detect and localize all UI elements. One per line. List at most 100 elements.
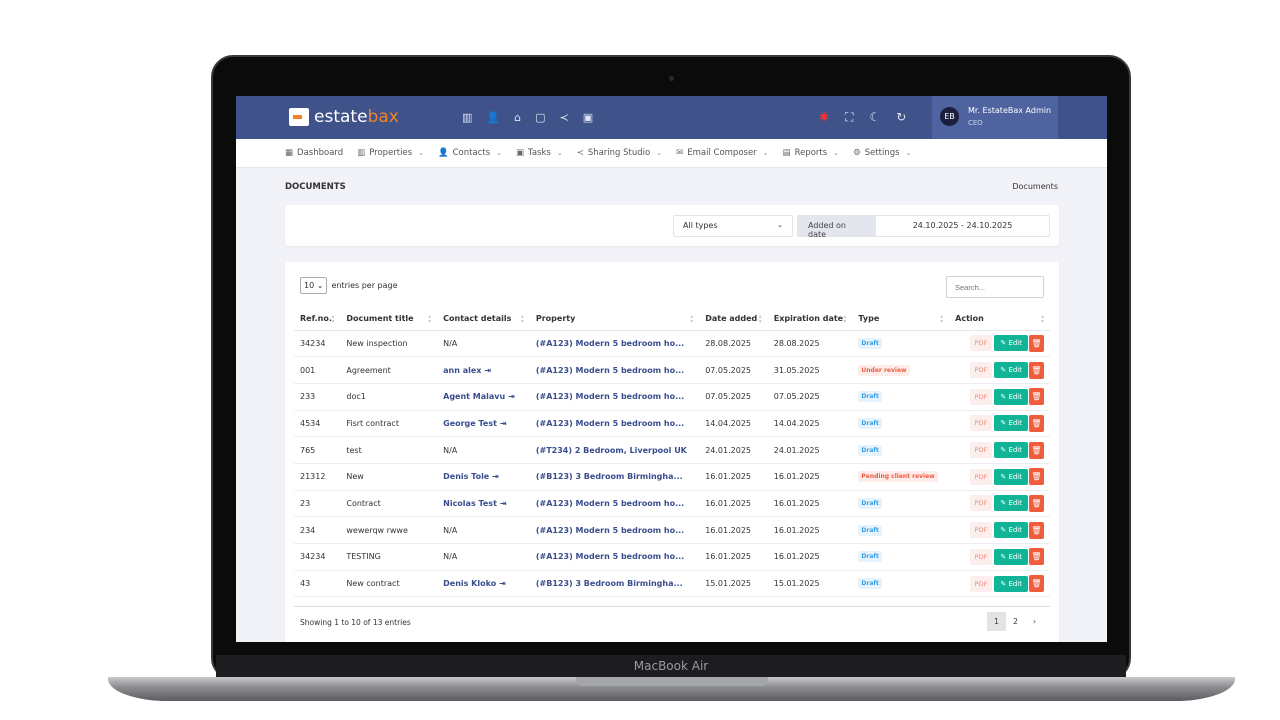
breadcrumb[interactable]: Documents: [1012, 182, 1058, 191]
search-input[interactable]: [946, 276, 1044, 298]
column-header[interactable]: Ref.no. ▴ ▾: [294, 308, 341, 331]
pdf-button[interactable]: PDF: [969, 495, 993, 512]
edit-button[interactable]: ✎ Edit: [994, 468, 1028, 485]
entries-select[interactable]: 10 ⌄: [300, 277, 328, 294]
open-contact-icon[interactable]: ⇥: [492, 472, 499, 481]
pdf-button[interactable]: PDF: [969, 468, 993, 485]
contact-link[interactable]: George Test ⇥: [437, 410, 530, 438]
edit-button[interactable]: ✎ Edit: [994, 575, 1028, 592]
contact-link[interactable]: Denis Kloko ⇥: [437, 570, 530, 598]
delete-button[interactable]: 🗑: [1029, 414, 1044, 432]
refresh-icon[interactable]: ↻: [896, 110, 906, 125]
open-contact-icon[interactable]: ⇥: [500, 419, 507, 428]
pencil-icon: ✎: [1000, 499, 1007, 508]
date-range-input[interactable]: 24.10.2025 - 24.10.2025: [876, 216, 1049, 236]
contact-link[interactable]: Denis Tole ⇥: [437, 463, 530, 491]
main-nav: ▦ Dashboard ▥ Properties ⌄ 👤 Contacts ⌄ ▣ Tasks ⌄ ≺…: [236, 139, 1107, 168]
property-link[interactable]: (#A123) Modern 5 bedroom ho...: [529, 410, 700, 438]
edit-button[interactable]: ✎ Edit: [994, 522, 1028, 539]
property-link[interactable]: (#B123) 3 Bedroom Birmingha...: [529, 463, 700, 491]
document-search-icon[interactable]: ▢: [535, 111, 545, 124]
delete-button[interactable]: 🗑: [1029, 468, 1044, 486]
property-link[interactable]: (#A123) Modern 5 bedroom ho...: [529, 383, 700, 411]
nav-item-properties[interactable]: ▥ Properties ⌄: [357, 148, 424, 158]
edit-label: Edit: [1008, 366, 1022, 375]
contacts-icon[interactable]: 👤: [486, 111, 500, 124]
nav-item-dashboard[interactable]: ▦ Dashboard: [285, 148, 343, 158]
property-link[interactable]: (#A123) Modern 5 bedroom ho...: [529, 356, 700, 384]
page-button[interactable]: 1: [987, 612, 1006, 631]
nav-item-email-composer[interactable]: ✉ Email Composer ⌄: [676, 148, 768, 158]
delete-button[interactable]: 🗑: [1029, 334, 1044, 352]
open-contact-icon[interactable]: ⇥: [508, 392, 515, 401]
delete-button[interactable]: 🗑: [1029, 361, 1044, 379]
contact-link[interactable]: Agent Malavu ⇥: [437, 383, 530, 411]
fullscreen-icon[interactable]: ⛶: [845, 110, 853, 125]
pdf-button[interactable]: PDF: [969, 335, 993, 352]
nav-item-reports[interactable]: ▤ Reports ⌄: [783, 148, 840, 158]
expiration-cell: 14.04.2025: [767, 410, 853, 438]
delete-button[interactable]: 🗑: [1029, 441, 1044, 459]
edit-button[interactable]: ✎ Edit: [994, 548, 1028, 565]
pdf-button[interactable]: PDF: [969, 362, 993, 379]
open-contact-icon[interactable]: ⇥: [500, 499, 507, 508]
delete-button[interactable]: 🗑: [1029, 575, 1044, 593]
nav-item-tasks[interactable]: ▣ Tasks ⌄: [516, 148, 563, 158]
board-icon[interactable]: ▣: [583, 111, 593, 124]
edit-button[interactable]: ✎ Edit: [994, 415, 1028, 432]
pdf-button[interactable]: PDF: [969, 442, 993, 459]
column-header[interactable]: Contact details ▴ ▾: [437, 308, 530, 331]
contact-link[interactable]: Nicolas Test ⇥: [437, 490, 530, 518]
pdf-button[interactable]: PDF: [969, 548, 993, 565]
date-range-filter[interactable]: Added on date 24.10.2025 - 24.10.2025: [797, 215, 1050, 239]
edit-button[interactable]: ✎ Edit: [994, 335, 1028, 352]
moon-icon[interactable]: ☾: [869, 110, 880, 125]
nav-item-settings[interactable]: ⚙ Settings ⌄: [853, 148, 911, 158]
property-link[interactable]: (#A123) Modern 5 bedroom ho...: [529, 516, 700, 544]
column-header[interactable]: Action ▴ ▾: [949, 308, 1050, 331]
pdf-button[interactable]: PDF: [969, 388, 993, 405]
trash-icon: 🗑: [1031, 365, 1042, 375]
nav-item-contacts[interactable]: 👤 Contacts ⌄: [438, 148, 502, 158]
pdf-button[interactable]: PDF: [969, 415, 993, 432]
delete-button[interactable]: 🗑: [1029, 548, 1044, 566]
pdf-button[interactable]: PDF: [969, 522, 993, 539]
edit-button[interactable]: ✎ Edit: [994, 388, 1028, 405]
title-cell: Agreement: [340, 356, 438, 384]
column-header[interactable]: Document title ▴ ▾: [340, 308, 438, 331]
table-row: 34234 TESTING N/A (#A123) Modern 5 bedro…: [294, 543, 1050, 571]
open-contact-icon[interactable]: ⇥: [484, 366, 491, 375]
property-link[interactable]: (#A123) Modern 5 bedroom ho...: [529, 543, 700, 571]
uk-flag-icon[interactable]: ✱: [819, 110, 829, 125]
user-menu[interactable]: EB Mr. EstateBax Admin CEO: [932, 96, 1058, 139]
column-header[interactable]: Type ▴ ▾: [852, 308, 950, 331]
sort-icon: ▴ ▾: [520, 313, 524, 325]
nav-item-sharing-studio[interactable]: ≺ Sharing Studio ⌄: [577, 148, 662, 158]
page-button[interactable]: ›: [1025, 612, 1044, 631]
type-select[interactable]: All types ⌄: [673, 215, 793, 237]
home-icon[interactable]: ⌂: [514, 111, 521, 124]
edit-button[interactable]: ✎ Edit: [994, 362, 1028, 379]
property-link[interactable]: (#A123) Modern 5 bedroom ho...: [529, 330, 700, 358]
page-button[interactable]: 2: [1006, 612, 1025, 631]
share-icon[interactable]: ≺: [560, 111, 569, 124]
contact-link[interactable]: ann alex ⇥: [437, 356, 530, 384]
edit-button[interactable]: ✎ Edit: [994, 495, 1028, 512]
pdf-button[interactable]: PDF: [969, 575, 993, 592]
entries-info: Showing 1 to 10 of 13 entries: [300, 618, 411, 627]
delete-button[interactable]: 🗑: [1029, 388, 1044, 406]
properties-icon[interactable]: ▥: [462, 111, 472, 124]
delete-button[interactable]: 🗑: [1029, 521, 1044, 539]
column-header[interactable]: Expiration date ▴ ▾: [767, 308, 853, 331]
status-badge: Draft: [858, 524, 882, 536]
date-added-cell: 07.05.2025: [699, 356, 768, 384]
delete-button[interactable]: 🗑: [1029, 494, 1044, 512]
edit-button[interactable]: ✎ Edit: [994, 442, 1028, 459]
property-link[interactable]: (#T234) 2 Bedroom, Liverpool UK: [529, 436, 700, 464]
property-link[interactable]: (#B123) 3 Bedroom Birmingha...: [529, 570, 700, 598]
column-header[interactable]: Date added ▴ ▾: [699, 308, 768, 331]
logo[interactable]: estatebax: [289, 107, 399, 127]
property-link[interactable]: (#A123) Modern 5 bedroom ho...: [529, 490, 700, 518]
column-header[interactable]: Property ▴ ▾: [529, 308, 700, 331]
open-contact-icon[interactable]: ⇥: [499, 579, 506, 588]
